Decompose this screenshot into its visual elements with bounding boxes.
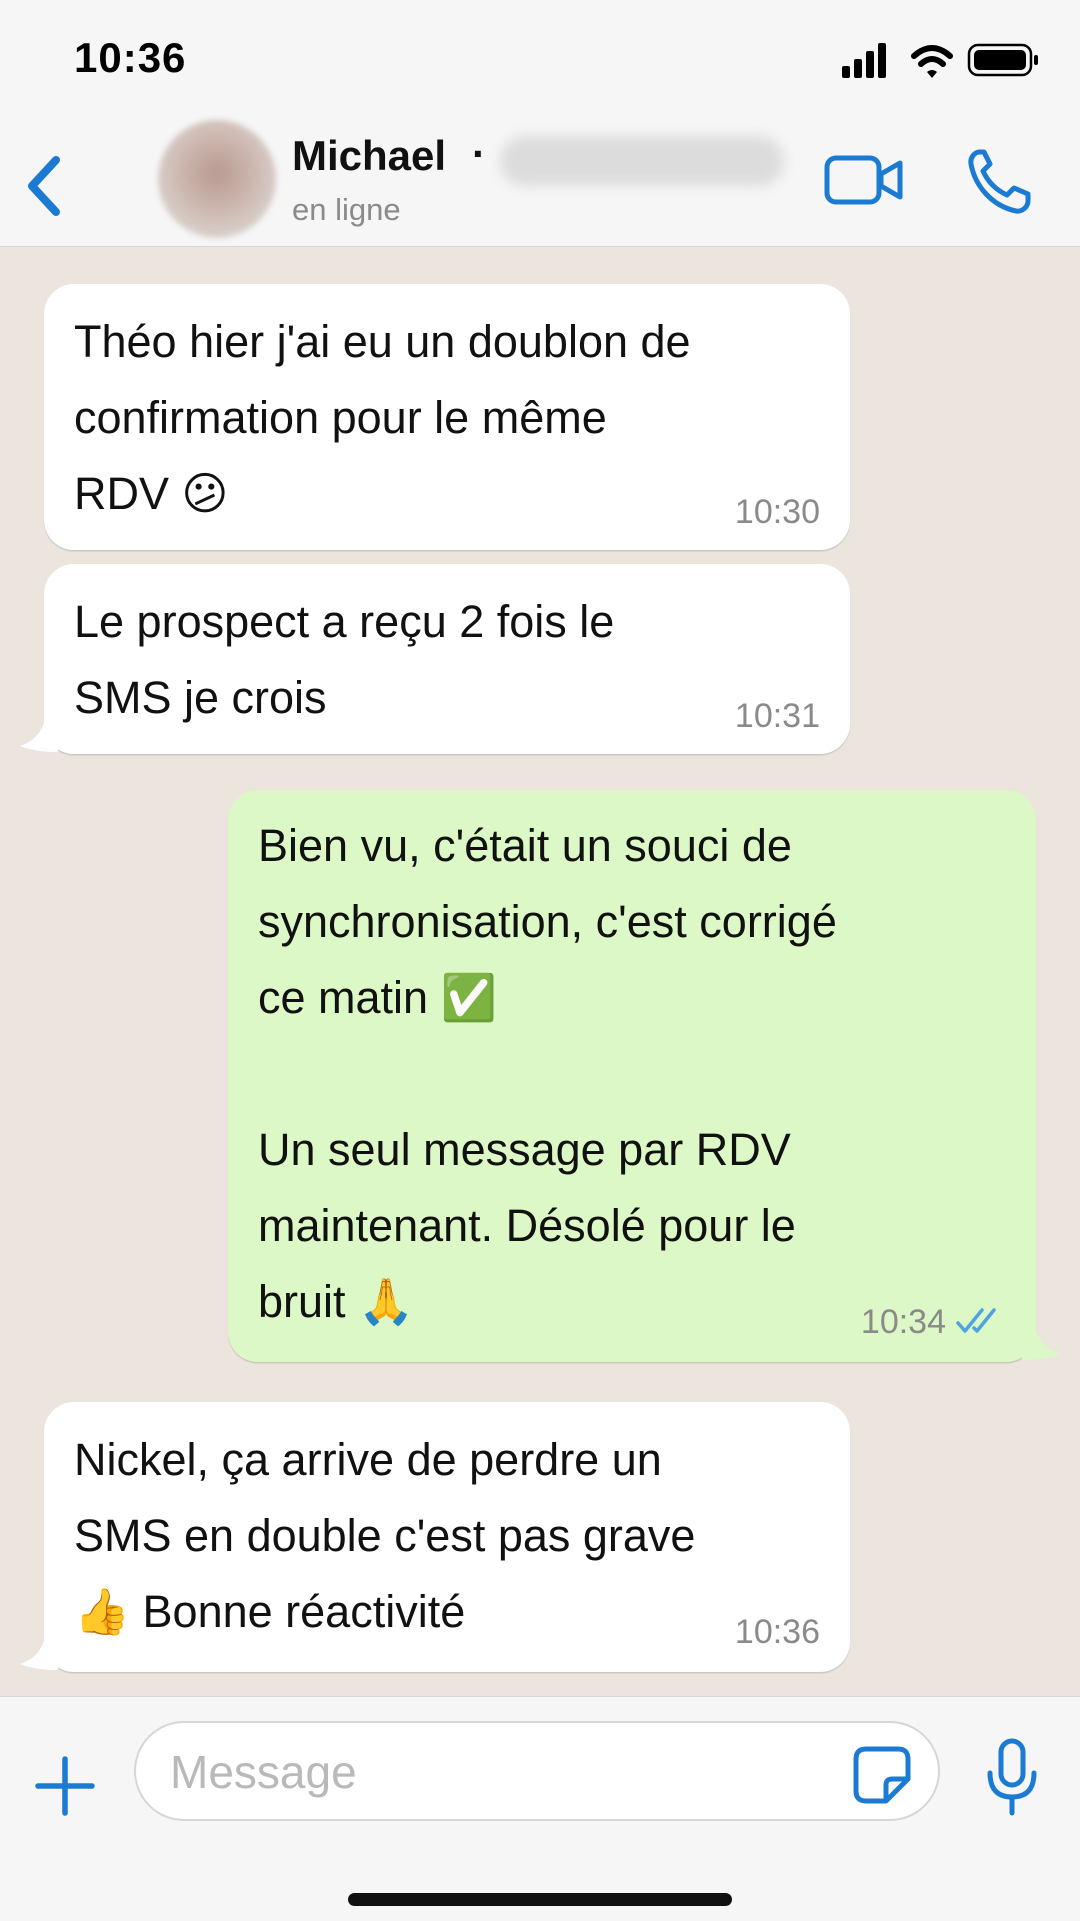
plus-icon[interactable] [32, 1753, 98, 1819]
contact-status: en ligne [292, 192, 401, 227]
message-bubble-incoming[interactable]: Nickel, ça arrive de perdre un SMS en do… [44, 1402, 850, 1672]
message-text: Le prospect a reçu 2 fois le SMS je croi… [74, 596, 615, 723]
message-text: Théo hier j'ai eu un doublon de confirma… [74, 316, 691, 519]
contact-name[interactable]: Michael [292, 132, 446, 180]
message-time: 10:36 [734, 1613, 820, 1651]
message-text: Bien vu, c'était un souci de synchronisa… [258, 820, 837, 1327]
battery-icon [967, 43, 1038, 77]
message-bubble-outgoing[interactable]: Bien vu, c'était un souci de synchronisa… [228, 790, 1036, 1362]
sticker-icon[interactable] [852, 1745, 912, 1805]
back-chevron-icon[interactable] [18, 146, 68, 226]
message-bubble-incoming[interactable]: Théo hier j'ai eu un doublon de confirma… [44, 284, 850, 550]
chat-header: Michael · en ligne [0, 120, 1080, 247]
bubble-tail [1022, 1320, 1060, 1360]
wifi-icon [911, 45, 953, 78]
avatar[interactable] [158, 120, 276, 238]
double-check-icon [956, 1308, 996, 1333]
bubble-tail [20, 712, 58, 752]
message-bubble-incoming[interactable]: Le prospect a reçu 2 fois le SMS je croi… [44, 564, 850, 754]
message-placeholder: Message [170, 1746, 357, 1798]
name-separator: · [472, 130, 486, 177]
home-indicator[interactable] [348, 1893, 732, 1906]
message-time: 10:30 [734, 493, 820, 531]
microphone-icon[interactable] [982, 1737, 1042, 1817]
message-text: Nickel, ça arrive de perdre un SMS en do… [74, 1434, 696, 1637]
phone-icon[interactable] [966, 146, 1032, 216]
message-composer: Message [0, 1696, 1080, 1921]
message-time: 10:34 [860, 1303, 946, 1341]
status-bar: 10:36 [0, 0, 1080, 120]
signal-icon [842, 43, 886, 78]
bubble-tail [20, 1630, 58, 1670]
video-call-icon[interactable] [824, 150, 904, 210]
status-time: 10:36 [74, 34, 187, 81]
message-time: 10:31 [734, 697, 820, 735]
message-input[interactable]: Message [134, 1721, 940, 1821]
redacted-phone-number [500, 136, 784, 186]
status-icons [842, 43, 1038, 78]
